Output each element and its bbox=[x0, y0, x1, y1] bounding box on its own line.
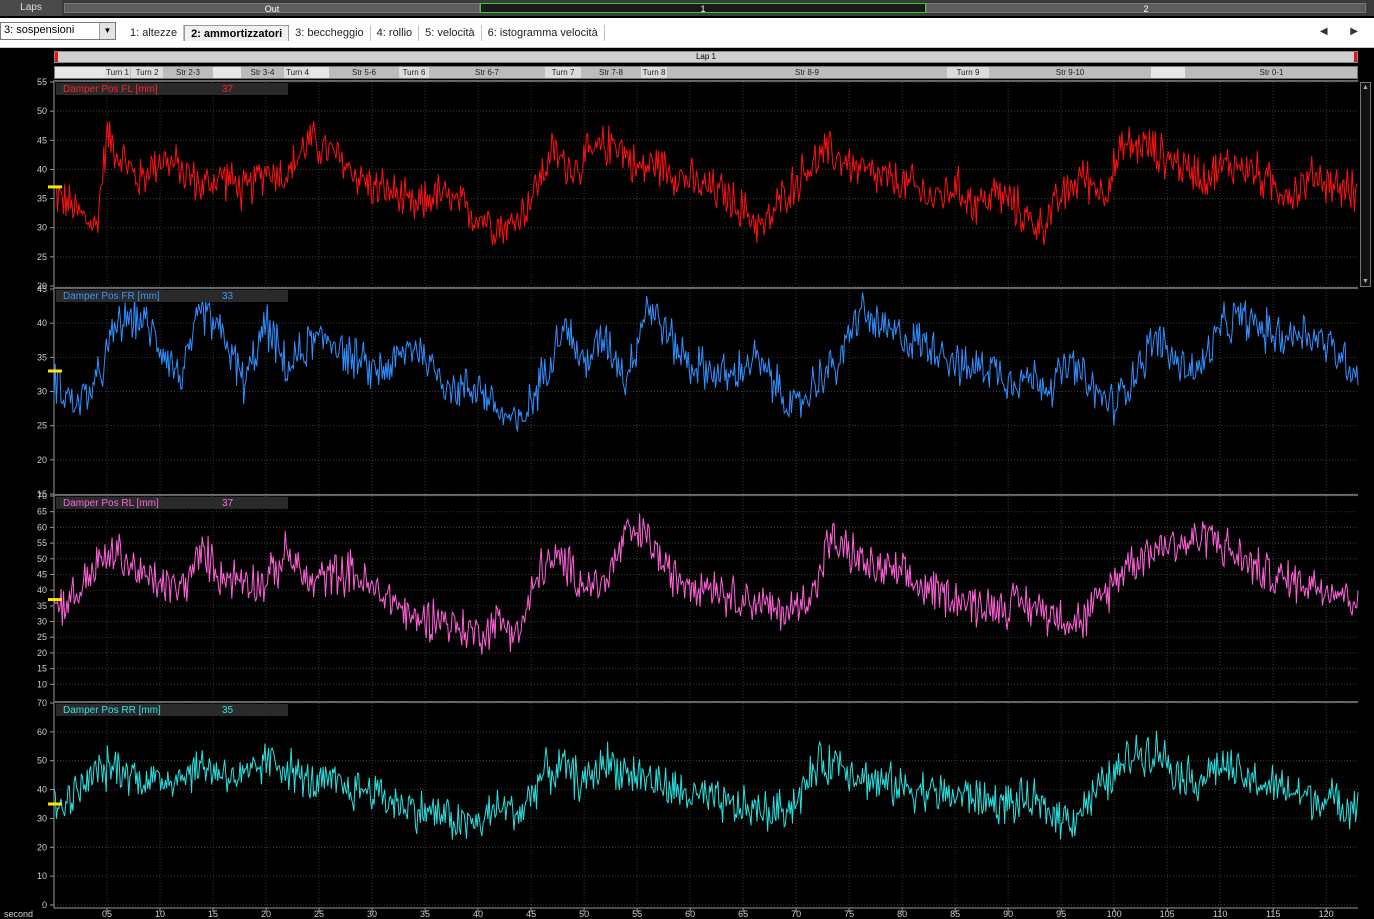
x-tick-label: 05 bbox=[102, 909, 112, 919]
plot-scrollbar[interactable]: ▲ ▼ bbox=[1360, 82, 1371, 287]
x-tick-label: 100 bbox=[1107, 909, 1122, 919]
x-tick-label: 35 bbox=[420, 909, 430, 919]
trace-1 bbox=[53, 292, 1359, 432]
channel-name: Damper Pos RR [mm] bbox=[63, 705, 161, 716]
y-tick-label: 45 bbox=[37, 569, 47, 579]
x-tick-label: 110 bbox=[1213, 909, 1227, 919]
trace-0 bbox=[53, 121, 1359, 246]
y-tick-label: 0 bbox=[42, 900, 47, 910]
damper-plots[interactable]: 20 25 30 35 40 45 50 55 Damper Pos FL [mm] 37 15 20… bbox=[0, 0, 1374, 919]
x-tick-label: 60 bbox=[685, 909, 695, 919]
x-tick-label: 105 bbox=[1160, 909, 1175, 919]
y-tick-label: 40 bbox=[37, 318, 47, 328]
channel-value: 37 bbox=[222, 498, 234, 509]
y-tick-label: 50 bbox=[37, 106, 47, 116]
trace-2 bbox=[53, 513, 1359, 655]
channel-value: 33 bbox=[222, 291, 234, 302]
channel-name: Damper Pos RL [mm] bbox=[63, 498, 159, 509]
trace-3 bbox=[53, 730, 1359, 840]
y-tick-label: 40 bbox=[37, 164, 47, 174]
channel-value: 37 bbox=[222, 84, 234, 95]
y-tick-label: 35 bbox=[37, 601, 47, 611]
y-tick-label: 60 bbox=[37, 727, 47, 737]
x-tick-label: 15 bbox=[208, 909, 218, 919]
y-tick-label: 10 bbox=[37, 871, 47, 881]
x-tick-label: 50 bbox=[579, 909, 589, 919]
x-tick-label: 25 bbox=[314, 909, 324, 919]
x-tick-label: 10 bbox=[155, 909, 165, 919]
x-tick-label: 30 bbox=[367, 909, 377, 919]
y-tick-label: 15 bbox=[37, 664, 47, 674]
x-tick-label: 120 bbox=[1319, 909, 1334, 919]
y-tick-label: 25 bbox=[37, 632, 47, 642]
x-tick-label: 95 bbox=[1056, 909, 1066, 919]
x-tick-label: 20 bbox=[261, 909, 271, 919]
y-tick-label: 65 bbox=[37, 507, 47, 517]
y-tick-label: 30 bbox=[37, 223, 47, 233]
x-tick-label: 85 bbox=[950, 909, 960, 919]
x-tick-label: 70 bbox=[791, 909, 801, 919]
scroll-up-icon[interactable]: ▲ bbox=[1361, 83, 1370, 92]
y-tick-label: 20 bbox=[37, 842, 47, 852]
y-tick-label: 45 bbox=[37, 284, 47, 294]
y-tick-label: 25 bbox=[37, 421, 47, 431]
y-tick-label: 40 bbox=[37, 585, 47, 595]
y-tick-label: 50 bbox=[37, 756, 47, 766]
channel-name: Damper Pos FL [mm] bbox=[63, 84, 158, 95]
y-tick-label: 30 bbox=[37, 387, 47, 397]
y-tick-label: 60 bbox=[37, 522, 47, 532]
y-tick-label: 35 bbox=[37, 352, 47, 362]
x-tick-label: 45 bbox=[526, 909, 536, 919]
y-tick-label: 50 bbox=[37, 554, 47, 564]
scroll-down-icon[interactable]: ▼ bbox=[1361, 277, 1370, 286]
y-tick-label: 30 bbox=[37, 813, 47, 823]
x-tick-label: 40 bbox=[473, 909, 483, 919]
y-tick-label: 55 bbox=[37, 77, 47, 87]
y-tick-label: 20 bbox=[37, 648, 47, 658]
x-tick-label: 65 bbox=[738, 909, 748, 919]
x-axis-unit: second bbox=[4, 909, 33, 919]
y-tick-label: 20 bbox=[37, 455, 47, 465]
y-tick-label: 30 bbox=[37, 617, 47, 627]
y-tick-label: 40 bbox=[37, 785, 47, 795]
y-tick-label: 25 bbox=[37, 252, 47, 262]
y-tick-label: 35 bbox=[37, 194, 47, 204]
y-tick-label: 70 bbox=[37, 491, 47, 501]
channel-name: Damper Pos FR [mm] bbox=[63, 291, 160, 302]
y-tick-label: 45 bbox=[37, 135, 47, 145]
y-tick-label: 10 bbox=[37, 679, 47, 689]
channel-value: 35 bbox=[222, 705, 234, 716]
x-tick-label: 90 bbox=[1003, 909, 1013, 919]
y-tick-label: 55 bbox=[37, 538, 47, 548]
x-tick-label: 75 bbox=[844, 909, 854, 919]
y-tick-label: 70 bbox=[37, 698, 47, 708]
x-tick-label: 115 bbox=[1266, 909, 1280, 919]
x-tick-label: 55 bbox=[632, 909, 642, 919]
x-tick-label: 80 bbox=[897, 909, 907, 919]
